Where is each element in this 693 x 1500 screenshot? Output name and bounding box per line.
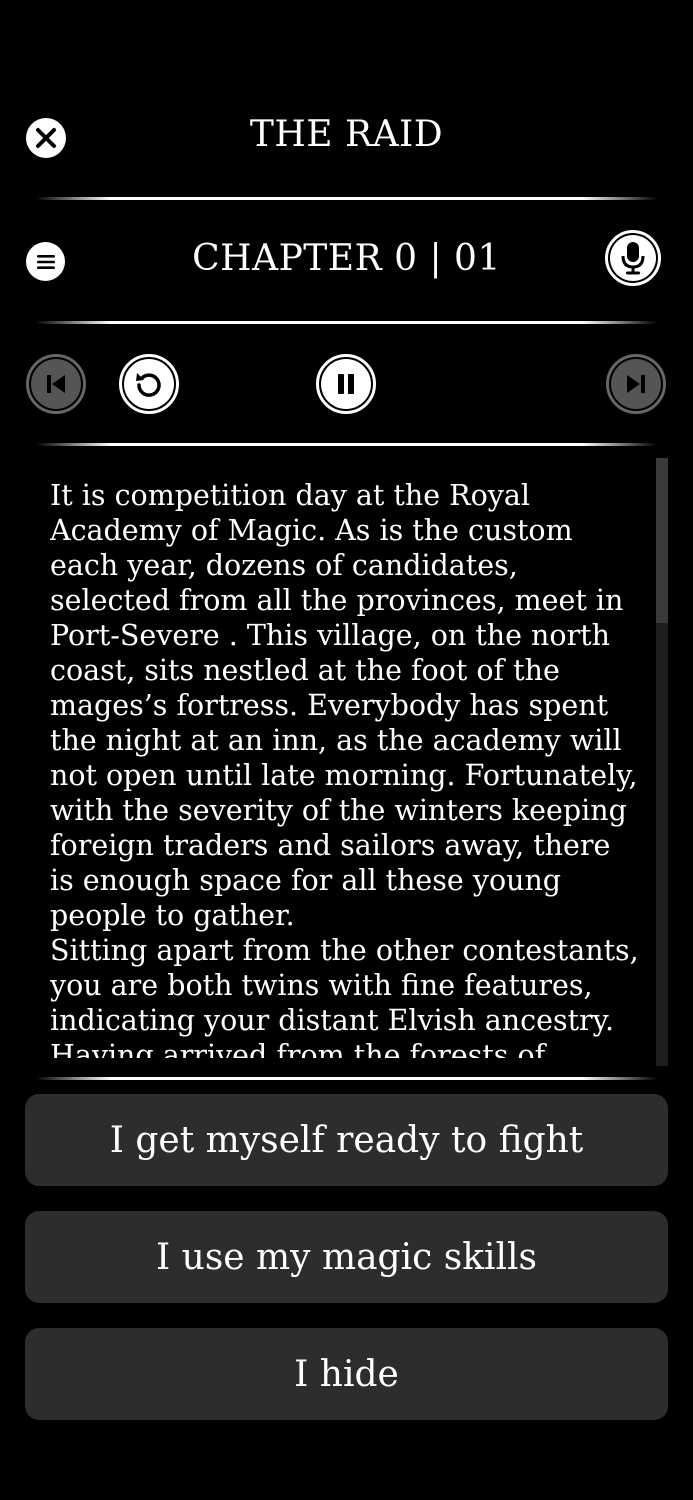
chapter-label: CHAPTER 0 | 01: [192, 238, 501, 279]
choice-button-fight[interactable]: I get myself ready to fight: [25, 1094, 668, 1186]
previous-button[interactable]: [26, 354, 86, 414]
divider: [36, 321, 657, 324]
divider: [36, 197, 657, 200]
microphone-button[interactable]: [605, 230, 661, 286]
scrollbar-thumb[interactable]: [656, 458, 668, 623]
story-paragraph: Sitting apart from the other contestants…: [50, 934, 639, 1058]
pause-button[interactable]: [316, 354, 376, 414]
microphone-icon: [621, 242, 645, 275]
choice-button-magic[interactable]: I use my magic skills: [25, 1211, 668, 1303]
divider: [36, 1077, 657, 1080]
replay-button[interactable]: [119, 354, 179, 414]
pause-icon: [338, 374, 354, 394]
skip-previous-icon: [47, 375, 65, 393]
next-button[interactable]: [606, 354, 666, 414]
story-paragraph: It is competition day at the Royal Acade…: [50, 479, 638, 932]
choice-button-hide[interactable]: I hide: [25, 1328, 668, 1420]
replay-icon: [136, 373, 161, 397]
story-text: It is competition day at the Royal Acade…: [50, 478, 640, 1058]
scrollbar[interactable]: [656, 458, 668, 1066]
skip-next-icon: [627, 375, 645, 393]
story-title: THE RAID: [249, 114, 444, 155]
divider: [36, 443, 657, 446]
